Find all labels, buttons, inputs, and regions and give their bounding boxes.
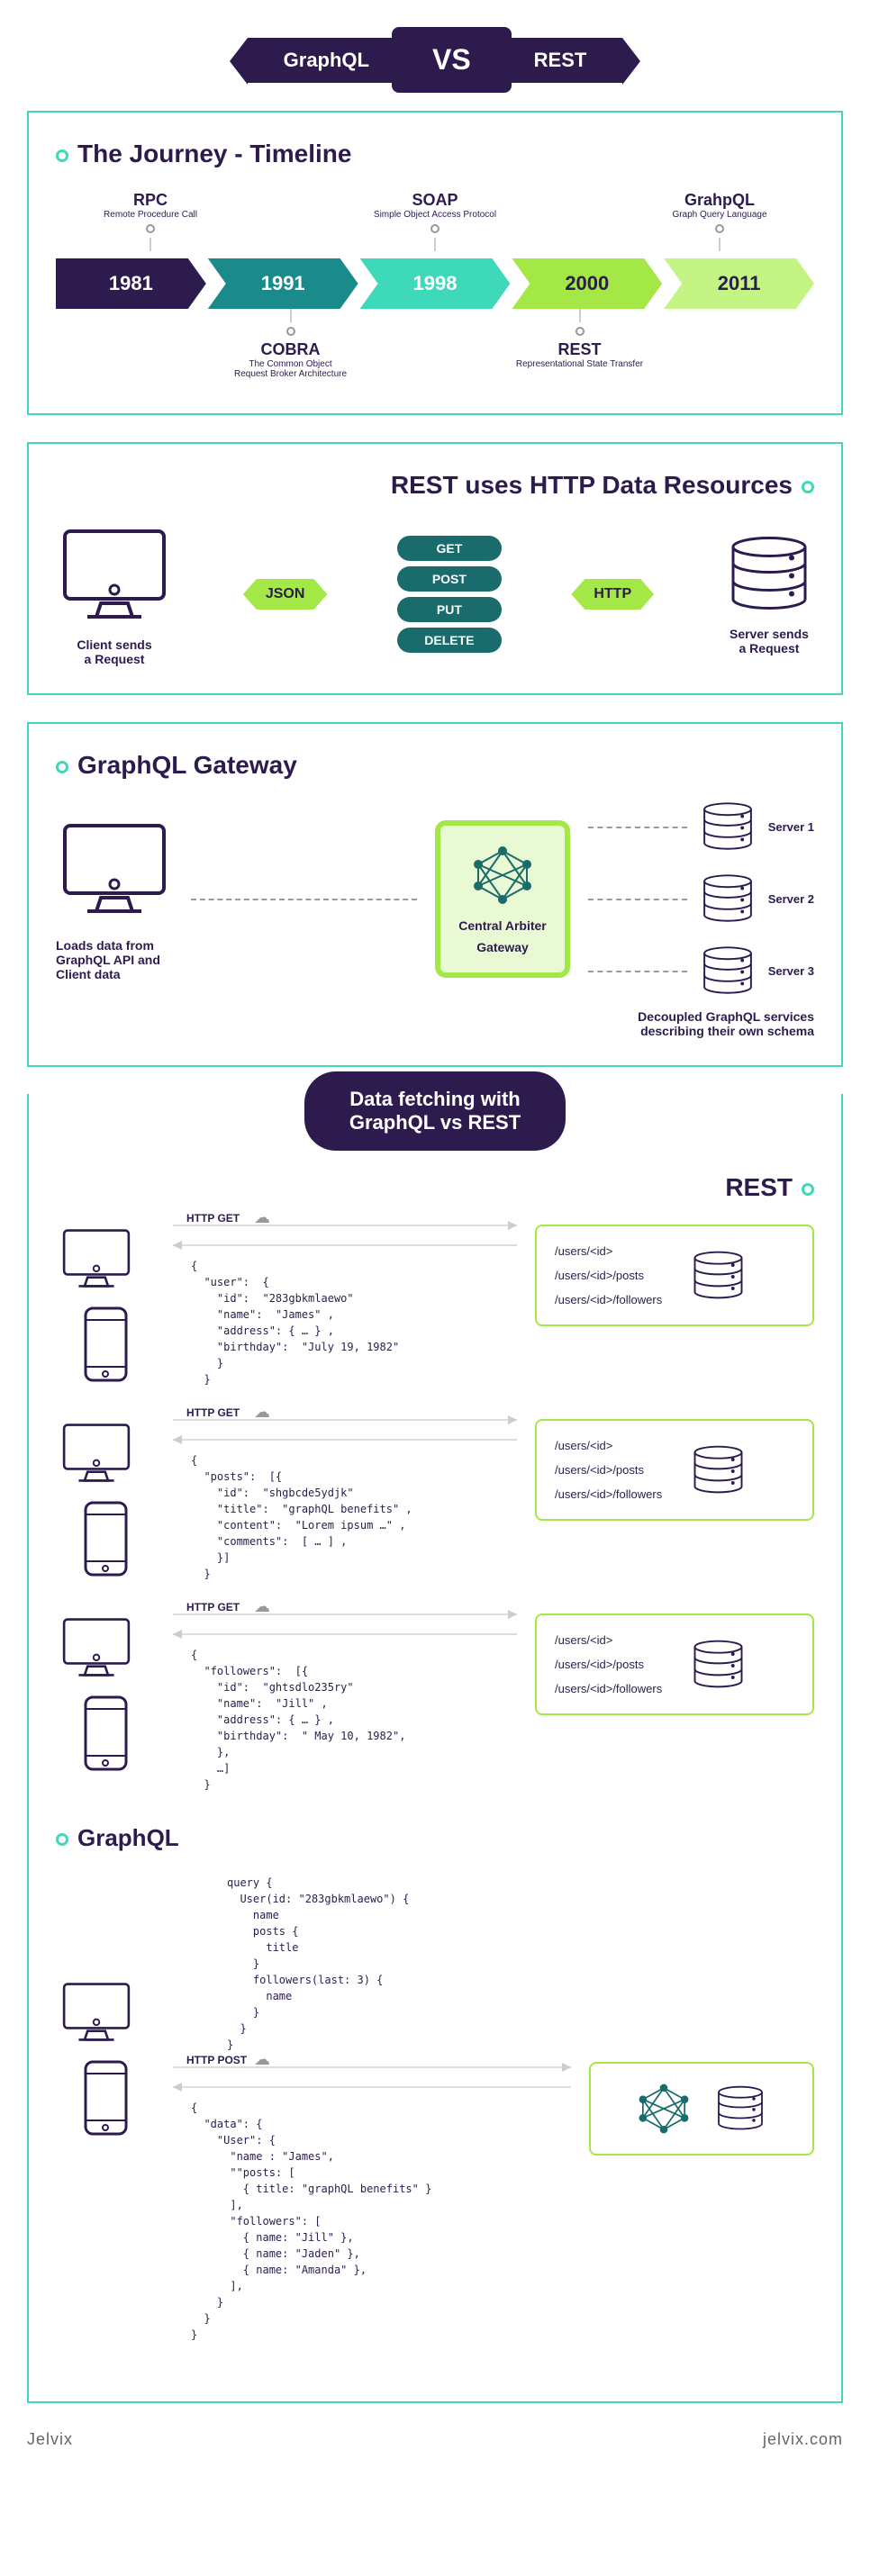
vs-badge: VS — [392, 27, 512, 93]
timeline-label-rest: RESTRepresentational State Transfer — [490, 309, 670, 379]
http-methods: GET POST PUT DELETE — [397, 536, 501, 653]
method-get: GET — [397, 536, 501, 561]
graphql-icon — [471, 844, 534, 907]
graphql-endpoint-box — [589, 2062, 814, 2156]
server-icon — [696, 946, 759, 996]
vs-header: GraphQL VS REST — [27, 27, 843, 93]
rest-code-1: { "user": { "id": "283gbkmlaewo" "name":… — [173, 1253, 517, 1392]
endpoint-box-2: /users/<id>/users/<id>/posts/users/<id>/… — [535, 1419, 814, 1521]
graphql-icon — [637, 2082, 691, 2136]
fetching-header: Data fetching with GraphQL vs REST — [304, 1071, 566, 1151]
rest-http-title: REST uses HTTP Data Resources — [56, 471, 814, 500]
gateway-title: GraphQL Gateway — [56, 751, 814, 780]
rest-row-1: HTTP GET☁ { "user": { "id": "283gbkmlaew… — [56, 1225, 814, 1392]
server-icon — [696, 802, 759, 852]
year-2011: 2011 — [664, 258, 814, 309]
rest-row-3: HTTP GET☁ { "followers": [{ "id": "ghtsd… — [56, 1613, 814, 1797]
gateway-right-caption: Decoupled GraphQL services describing th… — [580, 1009, 814, 1038]
server-icon — [696, 874, 759, 924]
gateway-server-1: Server 1 — [588, 802, 814, 852]
year-1981: 1981 — [56, 258, 206, 309]
timeline-title: The Journey - Timeline — [56, 140, 814, 168]
server-icon — [689, 1638, 748, 1692]
phone-icon — [81, 2057, 131, 2138]
timeline-section: The Journey - Timeline RPCRemote Procedu… — [27, 111, 843, 415]
rest-http-section: REST uses HTTP Data Resources Client sen… — [27, 442, 843, 695]
rest-code-2: { "posts": [{ "id": "shgbcde5ydjk" "titl… — [173, 1448, 517, 1586]
monitor-icon — [56, 522, 173, 626]
gateway-section: GraphQL Gateway Loads data from GraphQL … — [27, 722, 843, 1067]
server-icon — [724, 534, 814, 615]
footer: Jelvix jelvix.com — [27, 2430, 843, 2449]
server-icon — [689, 1443, 748, 1497]
monitor-icon — [56, 1978, 137, 2046]
method-put: PUT — [397, 597, 501, 622]
client-monitor: Client sends a Request — [56, 522, 173, 666]
cloud-icon: ☁ — [254, 1208, 270, 1227]
cloud-icon: ☁ — [254, 1403, 270, 1422]
endpoint-box-1: /users/<id>/users/<id>/posts/users/<id>/… — [535, 1225, 814, 1326]
timeline-label-soap: SOAPSimple Object Access Protocol — [345, 191, 525, 251]
gateway-server-2: Server 2 — [588, 874, 814, 924]
http-arrow: HTTP — [571, 579, 654, 610]
year-1991: 1991 — [208, 258, 358, 309]
phone-icon — [81, 1304, 131, 1385]
monitor-icon — [56, 1225, 137, 1292]
method-delete: DELETE — [397, 628, 501, 653]
server-icon — [713, 2082, 767, 2136]
gateway-arbiter: Central Arbiter Gateway — [435, 820, 570, 978]
rest-subtitle: REST — [56, 1173, 814, 1202]
timeline-label-rpc: RPCRemote Procedure Call — [83, 191, 218, 251]
server-stack: Server sends a Request — [724, 534, 814, 655]
server-icon — [689, 1249, 748, 1303]
footer-brand: Jelvix — [27, 2430, 73, 2449]
monitor-icon — [56, 1419, 137, 1487]
cloud-icon: ☁ — [254, 2050, 270, 2069]
monitor-icon — [56, 1613, 137, 1681]
rest-label: REST — [498, 38, 623, 83]
endpoint-box-3: /users/<id>/users/<id>/posts/users/<id>/… — [535, 1613, 814, 1715]
gateway-client: Loads data from GraphQL API and Client d… — [56, 817, 173, 981]
footer-url: jelvix.com — [763, 2430, 843, 2449]
year-1998: 1998 — [360, 258, 511, 309]
rest-code-3: { "followers": [{ "id": "ghtsdlo235ry" "… — [173, 1642, 517, 1797]
timeline-label-cobra: COBRAThe Common Object Request Broker Ar… — [201, 309, 381, 379]
year-2000: 2000 — [512, 258, 662, 309]
timeline-label-graphql: GrahpQLGraph Query Language — [652, 191, 787, 251]
graphql-row: query { User(id: "283gbkmlaewo") { name … — [56, 1870, 814, 2347]
gateway-server-3: Server 3 — [588, 946, 814, 996]
cloud-icon: ☁ — [254, 1597, 270, 1616]
method-post: POST — [397, 566, 501, 592]
graphql-subtitle: GraphQL — [56, 1824, 814, 1852]
fetching-section: Data fetching with GraphQL vs REST REST … — [27, 1094, 843, 2403]
graphql-query: query { User(id: "283gbkmlaewo") { name … — [173, 1870, 571, 2057]
timeline-arrows: 1981 1991 1998 2000 2011 — [56, 258, 814, 309]
phone-icon — [81, 1693, 131, 1774]
rest-row-2: HTTP GET☁ { "posts": [{ "id": "shgbcde5y… — [56, 1419, 814, 1586]
json-arrow: JSON — [243, 579, 328, 610]
phone-icon — [81, 1498, 131, 1579]
graphql-label: GraphQL — [248, 38, 405, 83]
monitor-icon — [56, 817, 173, 920]
graphql-response: { "data": { "User": { "name : "James", "… — [173, 2095, 571, 2347]
